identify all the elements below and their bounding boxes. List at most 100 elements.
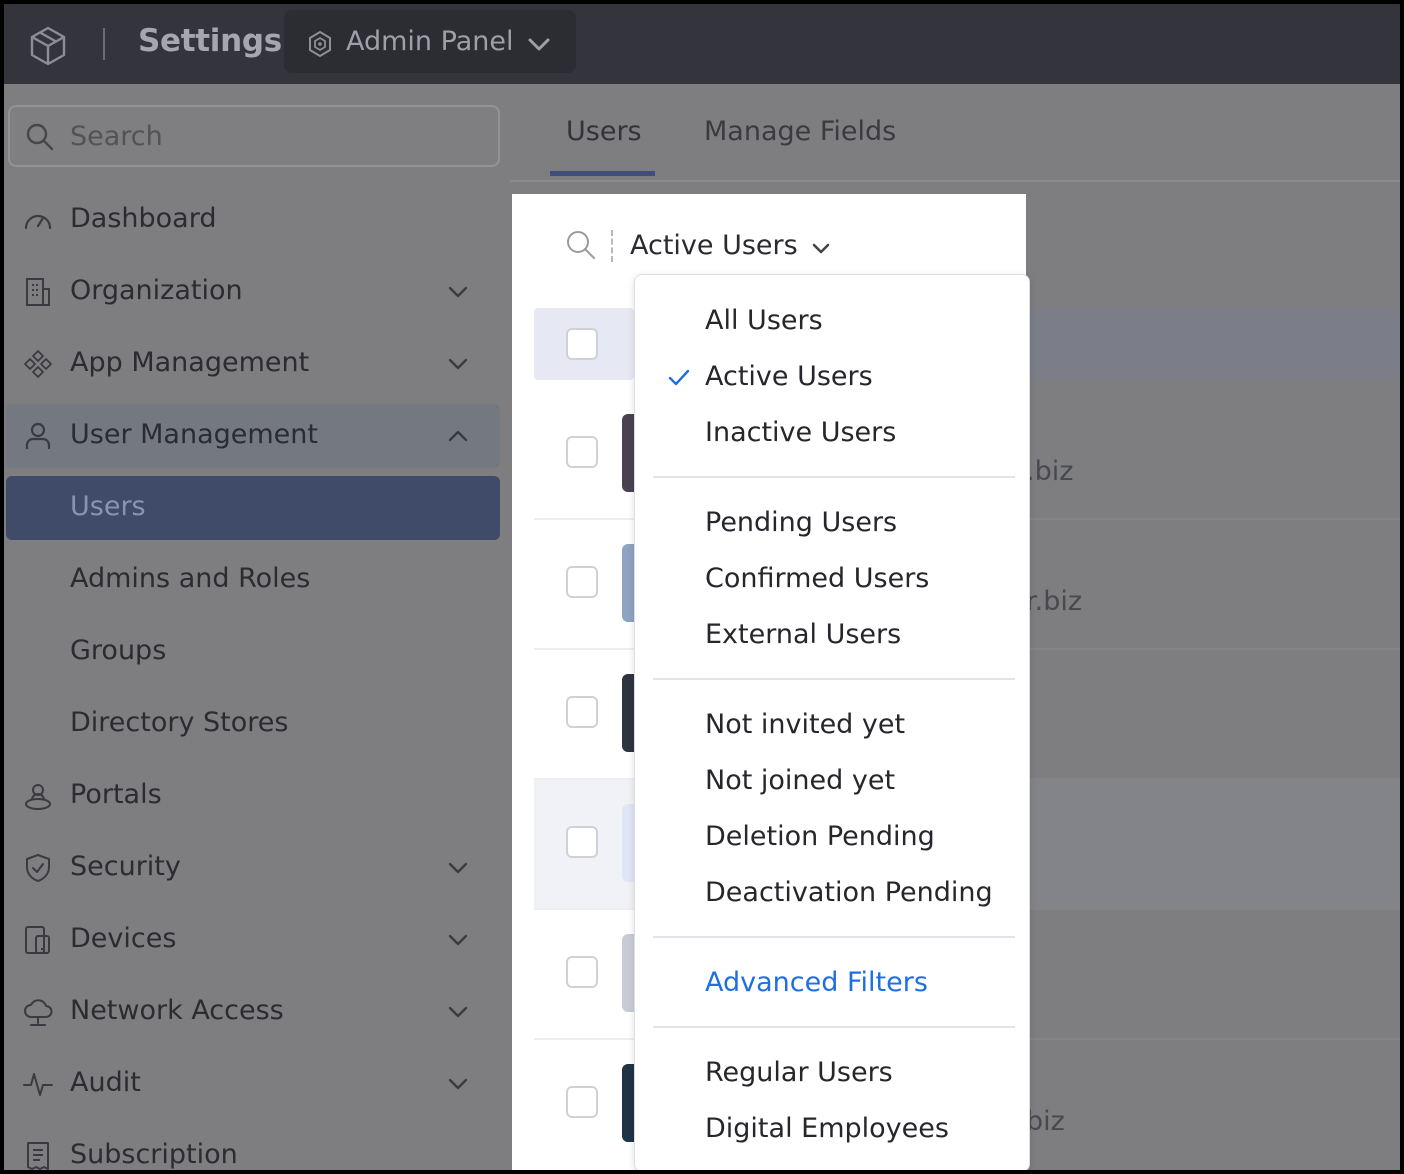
top-bar: Settings Admin Panel — [4, 4, 1400, 84]
row-divider — [534, 518, 634, 520]
filter-option-label: Inactive Users — [705, 417, 897, 448]
user-filter-dropdown[interactable]: Active Users — [630, 228, 844, 268]
advanced-filters-link[interactable]: Advanced Filters — [635, 957, 1029, 1009]
tab-users[interactable]: Users — [566, 116, 642, 147]
filter-option-label: Deletion Pending — [705, 821, 935, 852]
sidebar-item-label: Dashboard — [70, 203, 217, 234]
menu-divider — [653, 1026, 1015, 1028]
filter-option-label: Digital Employees — [705, 1113, 949, 1144]
sidebar-item-audit[interactable]: Audit — [6, 1052, 500, 1116]
sidebar-item-label: Portals — [70, 779, 162, 810]
chevron-down-icon — [448, 1078, 468, 1090]
checkmark-icon — [668, 369, 690, 386]
chevron-up-icon — [448, 430, 468, 442]
search-icon[interactable] — [564, 228, 598, 262]
sidebar-item-organization[interactable]: Organization — [6, 260, 500, 324]
filter-option-label: All Users — [705, 305, 823, 336]
chevron-down-icon — [448, 358, 468, 370]
sidebar-item-label: Subscription — [70, 1139, 238, 1170]
tabs-divider — [510, 180, 1400, 182]
row-checkbox[interactable] — [566, 956, 598, 988]
sidebar-item-label: Organization — [70, 275, 243, 306]
filter-option-label: Active Users — [705, 361, 873, 392]
sidebar-search-input[interactable]: Search — [8, 105, 500, 167]
filter-option-pending-users[interactable]: Pending Users — [635, 497, 1029, 549]
sidebar-item-label: Directory Stores — [70, 707, 289, 738]
tab-manage-fields[interactable]: Manage Fields — [704, 116, 896, 147]
user-filter-menu: All Users Active Users Inactive Users Pe… — [634, 274, 1030, 1170]
pulse-icon — [23, 1073, 53, 1096]
search-icon — [26, 123, 54, 151]
sidebar-item-label: Audit — [70, 1067, 141, 1098]
filter-option-external-users[interactable]: External Users — [635, 609, 1029, 661]
sidebar-item-label: Admins and Roles — [70, 563, 311, 594]
sidebar-item-admins-and-roles[interactable]: Admins and Roles — [6, 548, 500, 612]
row-divider — [534, 1038, 634, 1040]
sidebar-item-network-access[interactable]: Network Access — [6, 980, 500, 1044]
filter-option-label: External Users — [705, 619, 902, 650]
chevron-down-icon — [448, 934, 468, 946]
filter-option-all-users[interactable]: All Users — [635, 295, 1029, 347]
apps-icon — [24, 350, 52, 378]
chevron-down-icon — [812, 243, 830, 254]
sidebar-item-subscription[interactable]: Subscription — [6, 1124, 500, 1170]
sidebar-item-label: User Management — [70, 419, 318, 450]
sidebar-item-directory-stores[interactable]: Directory Stores — [6, 692, 500, 756]
sidebar-item-label: Users — [70, 491, 146, 522]
cube-logo-icon[interactable] — [24, 22, 72, 70]
advanced-filters-label: Advanced Filters — [705, 967, 928, 998]
admin-panel-label: Admin Panel — [346, 26, 514, 57]
building-icon — [26, 278, 50, 306]
sidebar-item-users[interactable]: Users — [6, 476, 500, 540]
avatar — [622, 414, 634, 492]
menu-divider — [653, 678, 1015, 680]
avatar — [622, 544, 634, 622]
row-checkbox[interactable] — [566, 436, 598, 468]
filter-option-digital-employees[interactable]: Digital Employees — [635, 1103, 1029, 1155]
filter-option-label: Confirmed Users — [705, 563, 930, 594]
page-title: Settings — [138, 23, 282, 59]
row-checkbox[interactable] — [566, 1086, 598, 1118]
filter-option-inactive-users[interactable]: Inactive Users — [635, 407, 1029, 459]
filter-option-not-invited-yet[interactable]: Not invited yet — [635, 699, 1029, 751]
search-divider — [611, 230, 613, 262]
speedometer-icon — [24, 214, 52, 230]
row-checkbox[interactable] — [566, 826, 598, 858]
search-placeholder: Search — [70, 121, 163, 152]
filter-option-label: Not invited yet — [705, 709, 906, 740]
filter-option-deactivation-pending[interactable]: Deactivation Pending — [635, 867, 1029, 919]
shield-icon — [26, 853, 50, 883]
sidebar-item-app-management[interactable]: App Management — [6, 332, 500, 396]
sidebar-item-security[interactable]: Security — [6, 836, 500, 900]
sidebar: Search Dashboard Organization App Manage… — [4, 84, 510, 1170]
sidebar-item-devices[interactable]: Devices — [6, 908, 500, 972]
sidebar-item-label: Network Access — [70, 995, 284, 1026]
sidebar-item-label: Security — [70, 851, 181, 882]
sidebar-item-dashboard[interactable]: Dashboard — [6, 188, 500, 252]
row-divider — [534, 908, 634, 910]
sidebar-item-groups[interactable]: Groups — [6, 620, 500, 684]
filter-option-not-joined-yet[interactable]: Not joined yet — [635, 755, 1029, 807]
sidebar-item-portals[interactable]: Portals — [6, 764, 500, 828]
chevron-down-icon — [448, 1006, 468, 1018]
user-icon — [25, 422, 51, 449]
row-checkbox[interactable] — [566, 696, 598, 728]
avatar — [622, 1064, 634, 1142]
chevron-down-icon — [528, 38, 550, 51]
filter-selected-label: Active Users — [630, 230, 798, 261]
app-window: Settings Admin Panel Search Dashboard Or… — [4, 4, 1400, 1170]
cloud-network-icon — [24, 999, 53, 1026]
row-divider — [534, 778, 634, 780]
sidebar-item-user-management[interactable]: User Management — [6, 404, 500, 468]
admin-panel-switcher[interactable]: Admin Panel — [284, 10, 576, 73]
row-checkbox[interactable] — [566, 566, 598, 598]
user-email-fragment: biz — [1026, 1106, 1065, 1137]
devices-icon — [25, 926, 50, 954]
select-all-checkbox[interactable] — [566, 328, 598, 360]
filter-option-active-users[interactable]: Active Users — [635, 351, 1029, 403]
menu-divider — [653, 476, 1015, 478]
filter-option-deletion-pending[interactable]: Deletion Pending — [635, 811, 1029, 863]
avatar — [622, 804, 634, 882]
filter-option-regular-users[interactable]: Regular Users — [635, 1047, 1029, 1099]
filter-option-confirmed-users[interactable]: Confirmed Users — [635, 553, 1029, 605]
